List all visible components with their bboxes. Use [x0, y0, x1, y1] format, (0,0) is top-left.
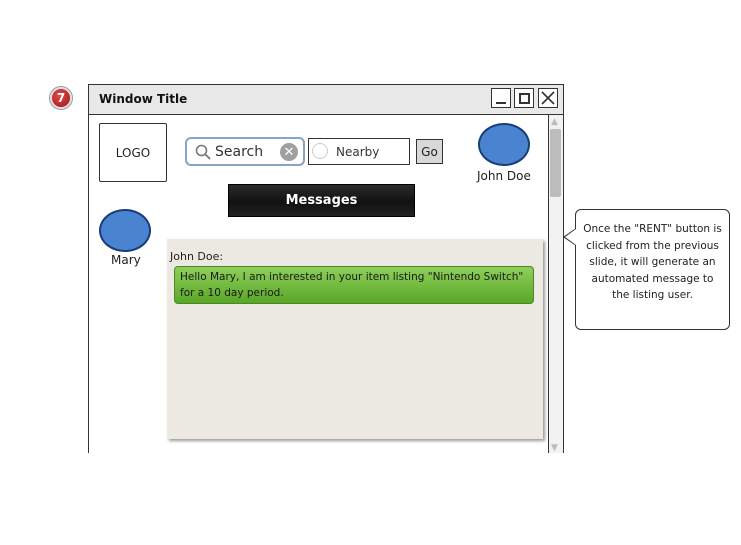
- logo: LOGO: [99, 123, 167, 182]
- nearby-input[interactable]: Nearby: [336, 145, 379, 159]
- message-sender: John Doe:: [170, 250, 224, 263]
- clear-icon[interactable]: ✕: [280, 143, 298, 161]
- recipient-name: Mary: [111, 253, 141, 267]
- chat-area: John Doe: Hello Mary, I am interested in…: [167, 239, 543, 439]
- scroll-down-icon[interactable]: ▼: [551, 443, 558, 453]
- window-title: Window Title: [99, 92, 188, 106]
- app-window: Window Title LOGO Search ✕ Nearby Go Joh…: [88, 84, 564, 453]
- maximize-button[interactable]: [514, 88, 534, 108]
- scroll-thumb[interactable]: [550, 129, 561, 197]
- title-bar: Window Title: [89, 85, 563, 115]
- maximize-icon: [518, 92, 530, 104]
- search-field[interactable]: Search ✕: [185, 137, 305, 166]
- minimize-button[interactable]: [491, 88, 511, 108]
- window-content: LOGO Search ✕ Nearby Go John Doe Message…: [89, 115, 548, 453]
- scroll-up-icon[interactable]: ▲: [551, 117, 558, 127]
- current-user-name: John Doe: [477, 169, 531, 183]
- vertical-scrollbar[interactable]: ▲ ▼: [548, 115, 563, 453]
- close-button[interactable]: [538, 88, 558, 108]
- minimize-icon: [496, 102, 506, 104]
- callout-tail-fill: [565, 229, 576, 245]
- close-icon: [541, 91, 555, 105]
- location-icon: [312, 143, 328, 159]
- search-input[interactable]: Search: [215, 144, 263, 160]
- avatar-mary[interactable]: [99, 209, 151, 252]
- message-bubble: Hello Mary, I am interested in your item…: [174, 266, 534, 304]
- avatar-john-doe[interactable]: [478, 123, 530, 166]
- nearby-field[interactable]: Nearby: [308, 138, 410, 165]
- go-button[interactable]: Go: [416, 139, 443, 164]
- annotation-callout: Once the "RENT" button is clicked from t…: [575, 209, 730, 330]
- step-number-badge: 7: [50, 87, 72, 109]
- search-icon: [195, 144, 211, 160]
- messages-button[interactable]: Messages: [228, 184, 415, 217]
